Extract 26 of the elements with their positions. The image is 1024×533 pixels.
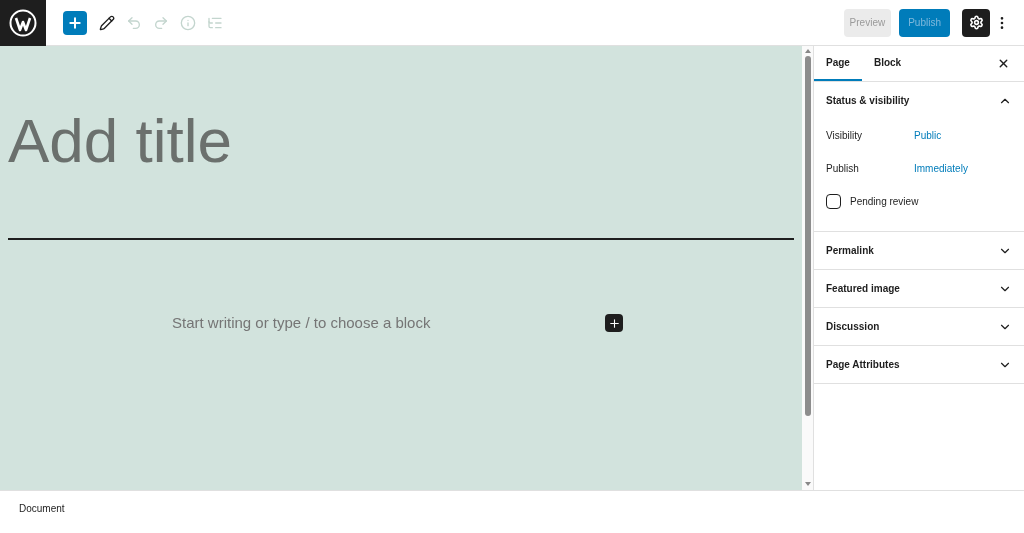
scrollbar[interactable] [802, 46, 814, 490]
scroll-down-icon[interactable] [804, 482, 811, 486]
breadcrumb[interactable]: Document [19, 503, 65, 514]
setting-link[interactable]: Public [914, 128, 942, 143]
plus-icon [607, 316, 621, 330]
panel-header[interactable]: Permalink [814, 232, 1024, 269]
title-field[interactable]: Add title [8, 102, 794, 240]
sidebar-tab[interactable]: Block [861, 46, 914, 81]
settings-icon [968, 15, 984, 30]
panel-header[interactable]: Discussion [814, 308, 1024, 345]
panel-header[interactable]: Page Attributes [814, 346, 1024, 383]
add-block-button[interactable] [605, 314, 623, 333]
body-placeholder[interactable]: Start writing or type / to choose a block [172, 312, 605, 335]
panel-header[interactable]: Status & visibility [814, 82, 1024, 119]
edit-icon[interactable] [98, 13, 116, 32]
plus-icon [67, 14, 83, 31]
settings-button[interactable] [962, 8, 990, 37]
scroll-up-icon[interactable] [804, 49, 811, 53]
checkbox[interactable] [826, 193, 841, 209]
setting-label: Visibility [826, 129, 863, 143]
setting-link[interactable]: Immediately [914, 161, 968, 176]
panel-header[interactable]: Featured image [814, 270, 1024, 307]
wordpress-logo-icon[interactable] [0, 0, 46, 46]
checkbox-label: Pending review [850, 194, 919, 209]
setting-label: Publish [826, 162, 860, 176]
sidebar-tab[interactable]: Page [814, 46, 862, 81]
